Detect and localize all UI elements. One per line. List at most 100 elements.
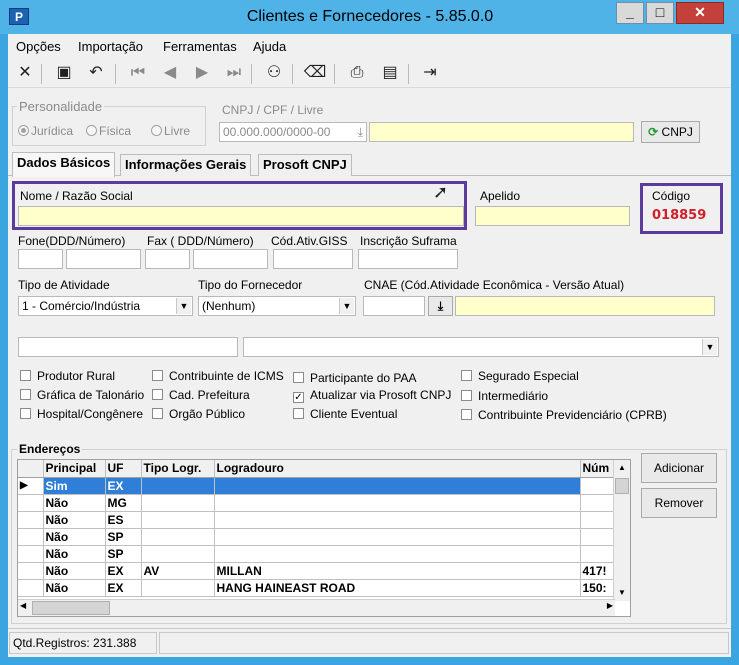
cell-principal[interactable]: Não: [43, 528, 106, 546]
check-participante-paa[interactable]: Participante do PAA: [293, 371, 417, 385]
last-record-icon[interactable]: ⏭: [222, 62, 246, 84]
cell-uf[interactable]: EX: [105, 579, 142, 597]
cell-numero[interactable]: [580, 477, 616, 495]
check-cprb[interactable]: Contribuinte Previdenciário (CPRB): [461, 408, 667, 422]
cell-principal[interactable]: Não: [43, 579, 106, 597]
col-principal[interactable]: Principal: [43, 460, 106, 478]
table-row[interactable]: Não EX AV MILLAN 417!: [18, 562, 616, 580]
scroll-left-icon[interactable]: ◀: [20, 601, 26, 610]
title-bar[interactable]: P Clientes e Fornecedores - 5.85.0.0 _ □…: [0, 0, 739, 34]
table-row[interactable]: Não MG: [18, 494, 616, 512]
tipo-fornecedor-select[interactable]: (Nenhum) ▼: [198, 296, 356, 316]
binoculars-icon[interactable]: ⚇: [262, 62, 286, 84]
tab-informacoes-gerais[interactable]: Informações Gerais: [120, 154, 252, 176]
col-tipo-logr[interactable]: Tipo Logr.: [141, 460, 215, 478]
check-atualizar-prosoft[interactable]: ✓ Atualizar via Prosoft CNPJ: [293, 388, 451, 403]
check-orgao-publico[interactable]: Orgão Público: [152, 407, 245, 421]
cnpj-name-input[interactable]: [369, 122, 634, 142]
check-intermediario[interactable]: Intermediário: [461, 389, 548, 403]
cell-uf[interactable]: SP: [105, 545, 142, 563]
cnpj-button[interactable]: ⟳ CNPJ: [641, 121, 700, 143]
cell-principal[interactable]: Não: [43, 562, 106, 580]
remove-address-button[interactable]: Remover: [641, 488, 717, 518]
cell-principal[interactable]: Não: [43, 545, 106, 563]
print-icon[interactable]: ⎙: [345, 62, 369, 84]
next-record-icon[interactable]: ▶: [190, 62, 214, 84]
fone-numero-input[interactable]: [66, 249, 141, 269]
scrollbar-thumb[interactable]: [615, 478, 629, 494]
exit-door-icon[interactable]: ⇥: [418, 62, 442, 84]
cell-tipo-logr[interactable]: [141, 579, 215, 597]
check-cad-prefeitura[interactable]: Cad. Prefeitura: [152, 388, 250, 402]
scroll-down-icon[interactable]: ▼: [614, 585, 630, 601]
cell-logradouro[interactable]: [214, 511, 581, 529]
cell-logradouro[interactable]: [214, 494, 581, 512]
cell-tipo-logr[interactable]: [141, 477, 215, 495]
table-row[interactable]: Não SP: [18, 528, 616, 546]
nome-input[interactable]: [18, 206, 464, 226]
cell-logradouro[interactable]: [214, 477, 581, 495]
table-row[interactable]: Não EX HANG HAINEAST ROAD 150:: [18, 579, 616, 597]
chevron-down-icon[interactable]: ▼: [339, 298, 354, 314]
cell-principal[interactable]: Não: [43, 511, 106, 529]
radio-juridica[interactable]: Jurídica: [18, 124, 73, 138]
horizontal-scrollbar[interactable]: ◀ ▶: [18, 599, 615, 616]
cell-tipo-logr[interactable]: [141, 511, 215, 529]
fone-ddd-input[interactable]: [18, 249, 63, 269]
vertical-scrollbar[interactable]: ▲ ▼: [613, 460, 630, 601]
cell-numero[interactable]: [580, 528, 616, 546]
cell-numero[interactable]: [580, 545, 616, 563]
cell-principal[interactable]: Não: [43, 494, 106, 512]
cell-logradouro[interactable]: [214, 528, 581, 546]
table-row[interactable]: Não SP: [18, 545, 616, 563]
table-row[interactable]: Não ES: [18, 511, 616, 529]
cell-tipo-logr[interactable]: AV: [141, 562, 215, 580]
scroll-right-icon[interactable]: ▶: [607, 601, 613, 610]
tipo-atividade-select[interactable]: 1 - Comércio/Indústria ▼: [18, 296, 193, 316]
save-icon[interactable]: ▣: [52, 62, 76, 84]
check-contribuinte-icms[interactable]: Contribuinte de ICMS: [152, 369, 284, 383]
col-numero[interactable]: Núm: [580, 460, 616, 478]
close-x-icon[interactable]: ✕: [13, 62, 37, 84]
menu-ajuda[interactable]: Ajuda: [253, 39, 286, 54]
cnae-description-input[interactable]: [455, 296, 715, 316]
first-record-icon[interactable]: ⏮: [126, 62, 150, 84]
cell-tipo-logr[interactable]: [141, 528, 215, 546]
cell-uf[interactable]: ES: [105, 511, 142, 529]
cell-tipo-logr[interactable]: [141, 545, 215, 563]
cnae-code-input[interactable]: [363, 296, 425, 316]
col-uf[interactable]: UF: [105, 460, 142, 478]
menu-ferramentas[interactable]: Ferramentas: [163, 39, 237, 54]
undo-icon[interactable]: ↶: [84, 62, 108, 84]
menu-importacao[interactable]: Importação: [78, 39, 143, 54]
check-segurado-especial[interactable]: Segurado Especial: [461, 369, 579, 383]
tab-prosoft-cnpj[interactable]: Prosoft CNPJ: [258, 154, 352, 176]
table-row[interactable]: ▶ Sim EX: [18, 477, 616, 495]
apelido-input[interactable]: [475, 206, 630, 226]
fax-numero-input[interactable]: [193, 249, 268, 269]
cell-numero[interactable]: 417!: [580, 562, 616, 580]
radio-livre[interactable]: Livre: [151, 124, 190, 138]
cell-tipo-logr[interactable]: [141, 494, 215, 512]
fax-ddd-input[interactable]: [145, 249, 190, 269]
chevron-down-icon[interactable]: ▼: [176, 298, 191, 314]
cell-numero[interactable]: [580, 511, 616, 529]
cell-uf[interactable]: SP: [105, 528, 142, 546]
download-icon[interactable]: ⤓: [428, 296, 453, 316]
download-icon[interactable]: ⤓: [358, 123, 363, 141]
cell-uf[interactable]: EX: [105, 562, 142, 580]
close-button[interactable]: ✕: [676, 2, 724, 24]
cell-logradouro[interactable]: HANG HAINEAST ROAD: [214, 579, 581, 597]
cod-ativ-input[interactable]: [273, 249, 353, 269]
scrollbar-thumb[interactable]: [32, 601, 110, 615]
eraser-icon[interactable]: ⌫: [303, 62, 327, 84]
check-hospital[interactable]: Hospital/Congênere: [20, 407, 143, 421]
print-preview-icon[interactable]: ▤: [378, 62, 402, 84]
extra-field-input[interactable]: [18, 337, 238, 357]
cell-logradouro[interactable]: [214, 545, 581, 563]
add-address-button[interactable]: Adicionar: [641, 453, 717, 483]
chevron-down-icon[interactable]: ▼: [702, 339, 717, 355]
check-cliente-eventual[interactable]: Cliente Eventual: [293, 407, 397, 421]
check-produtor-rural[interactable]: Produtor Rural: [20, 369, 115, 383]
minimize-button[interactable]: _: [616, 2, 644, 24]
